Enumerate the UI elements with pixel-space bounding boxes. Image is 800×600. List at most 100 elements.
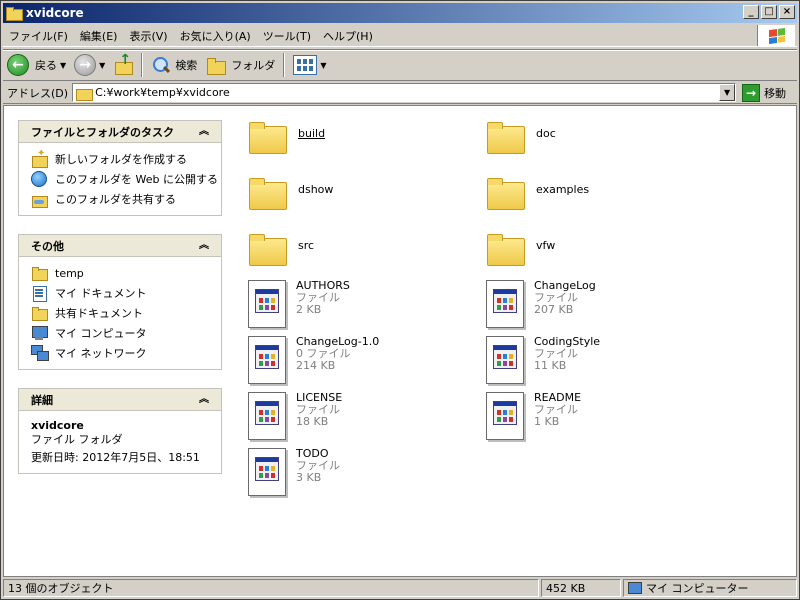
explorer-window: xvidcore _ □ × ファイル(F) 編集(E) 表示(V) お気に入り… — [0, 0, 800, 600]
folder-icon — [31, 305, 48, 321]
task-share-folder[interactable]: このフォルダを共有する — [31, 189, 221, 209]
place-my-documents[interactable]: マイ ドキュメント — [31, 283, 221, 303]
search-label: 検索 — [175, 59, 198, 72]
back-label: 戻る — [35, 59, 57, 72]
file-icon — [248, 448, 286, 496]
details-panel: 詳細 ︽ xvidcore ファイル フォルダ 更新日時: 2012年7月5日、… — [18, 388, 222, 474]
forward-arrow-icon: → — [74, 54, 97, 76]
collapse-icon[interactable]: ︽ — [197, 239, 211, 253]
menu-favorites[interactable]: お気に入り(A) — [174, 28, 257, 44]
item-size: 2 KB — [296, 303, 322, 316]
dropdown-arrow-icon[interactable]: ▼ — [99, 61, 105, 70]
menu-edit[interactable]: 編集(E) — [74, 28, 124, 44]
file-icon — [486, 336, 524, 384]
file-icon — [486, 392, 524, 440]
details-modified: 更新日時: 2012年7月5日、18:51 — [31, 451, 200, 464]
new-folder-icon — [31, 148, 48, 168]
file-item-license[interactable]: LICENSE ファイル 18 KB — [248, 392, 478, 444]
folder-item-build[interactable]: build — [248, 116, 478, 168]
collapse-icon[interactable]: ︽ — [197, 125, 211, 139]
dropdown-arrow-icon[interactable]: ▼ — [320, 61, 326, 70]
toolbar-separator — [283, 53, 286, 77]
folder-icon — [6, 6, 23, 21]
item-name: vfw — [536, 239, 556, 252]
menu-file[interactable]: ファイル(F) — [3, 28, 74, 44]
status-bar: 13 個のオブジェクト 452 KB マイ コンピューター — [3, 578, 797, 598]
file-icon — [248, 392, 286, 440]
tasks-panel-header[interactable]: ファイルとフォルダのタスク ︽ — [19, 121, 221, 143]
folder-item-dshow[interactable]: dshow — [248, 172, 478, 224]
folder-icon — [486, 172, 526, 212]
details-name: xvidcore — [31, 419, 84, 432]
task-pane: ファイルとフォルダのタスク ︽ 新しいフォルダを作成する このフォルダを Web… — [4, 106, 236, 576]
views-button[interactable]: ▼ — [289, 51, 330, 79]
file-item-todo[interactable]: TODO ファイル 3 KB — [248, 448, 478, 500]
folder-icon — [31, 265, 48, 281]
toolbar-separator — [141, 53, 144, 77]
title-bar[interactable]: xvidcore _ □ × — [3, 3, 797, 23]
item-size: 207 KB — [534, 303, 574, 316]
tasks-panel: ファイルとフォルダのタスク ︽ 新しいフォルダを作成する このフォルダを Web… — [18, 120, 222, 216]
search-icon — [151, 55, 171, 75]
details-panel-title: 詳細 — [31, 393, 53, 407]
folder-icon — [248, 116, 288, 156]
task-label: このフォルダを Web に公開する — [55, 173, 218, 186]
other-panel-header[interactable]: その他 ︽ — [19, 235, 221, 257]
menu-tools[interactable]: ツール(T) — [257, 28, 317, 44]
shared-folder-icon — [31, 191, 48, 208]
back-button[interactable]: ← 戻る ▼ — [3, 51, 70, 79]
menu-view[interactable]: 表示(V) — [123, 28, 173, 44]
folder-icon — [486, 116, 526, 156]
status-size: 452 KB — [541, 579, 621, 597]
close-button[interactable]: × — [779, 5, 795, 19]
file-item-authors[interactable]: AUTHORS ファイル 2 KB — [248, 280, 478, 332]
computer-icon — [628, 582, 642, 594]
go-button[interactable]: → 移動 — [742, 83, 787, 102]
item-size: 3 KB — [296, 471, 322, 484]
content-area: ファイルとフォルダのタスク ︽ 新しいフォルダを作成する このフォルダを Web… — [3, 105, 797, 577]
address-dropdown-button[interactable]: ▼ — [719, 84, 736, 101]
address-input[interactable]: C:¥work¥temp¥xvidcore ▼ — [72, 83, 737, 102]
file-icon — [248, 280, 286, 328]
folders-label: フォルダ — [231, 59, 276, 72]
item-size: 18 KB — [296, 415, 329, 428]
place-my-computer[interactable]: マイ コンピュータ — [31, 323, 221, 343]
computer-icon — [31, 325, 48, 341]
views-icon — [293, 55, 318, 75]
dropdown-arrow-icon[interactable]: ▼ — [60, 61, 66, 70]
place-label: マイ ドキュメント — [55, 287, 147, 300]
minimize-button[interactable]: _ — [743, 5, 759, 19]
go-label: 移動 — [764, 86, 787, 100]
other-panel-title: その他 — [31, 239, 64, 253]
file-item-codingstyle[interactable]: CodingStyle ファイル 11 KB — [486, 336, 716, 388]
folders-icon — [205, 55, 227, 75]
status-object-count: 13 個のオブジェクト — [3, 579, 539, 597]
task-label: 新しいフォルダを作成する — [55, 153, 187, 166]
up-button[interactable] — [109, 51, 137, 79]
details-type: ファイル フォルダ — [31, 433, 123, 446]
folder-item-src[interactable]: src — [248, 228, 478, 280]
documents-icon — [31, 285, 47, 302]
forward-button[interactable]: → ▼ — [70, 51, 109, 79]
task-publish-web[interactable]: このフォルダを Web に公開する — [31, 169, 221, 189]
file-item-changelog[interactable]: ChangeLog ファイル 207 KB — [486, 280, 716, 332]
window-title: xvidcore — [26, 6, 84, 20]
file-item-readme[interactable]: README ファイル 1 KB — [486, 392, 716, 444]
maximize-button[interactable]: □ — [761, 5, 777, 19]
place-shared-documents[interactable]: 共有ドキュメント — [31, 303, 221, 323]
place-label: マイ ネットワーク — [55, 347, 147, 360]
folder-item-doc[interactable]: doc — [486, 116, 716, 168]
collapse-icon[interactable]: ︽ — [197, 393, 211, 407]
menu-help[interactable]: ヘルプ(H) — [317, 28, 379, 44]
folder-item-examples[interactable]: examples — [486, 172, 716, 224]
details-panel-header[interactable]: 詳細 ︽ — [19, 389, 221, 411]
place-temp[interactable]: temp — [31, 263, 221, 283]
window-controls: _ □ × — [741, 5, 795, 19]
file-item-changelog-1-0[interactable]: ChangeLog-1.0 0 ファイル 214 KB — [248, 336, 478, 388]
folder-item-vfw[interactable]: vfw — [486, 228, 716, 280]
address-bar: アドレス(D) C:¥work¥temp¥xvidcore ▼ → 移動 — [3, 82, 797, 104]
task-new-folder[interactable]: 新しいフォルダを作成する — [31, 148, 221, 169]
place-my-network[interactable]: マイ ネットワーク — [31, 343, 221, 363]
folders-button[interactable]: フォルダ — [201, 51, 279, 79]
search-button[interactable]: 検索 — [147, 51, 201, 79]
